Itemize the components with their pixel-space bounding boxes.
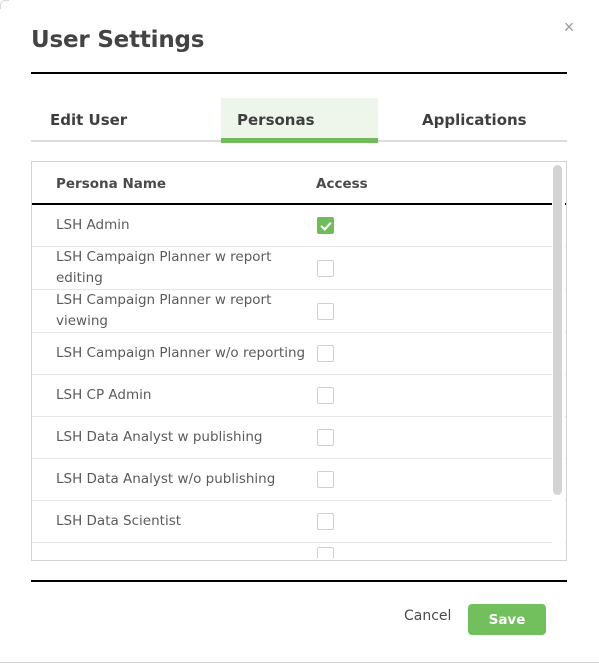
table-row[interactable]: LSH Campaign Planner w report editing [32, 247, 566, 290]
table-row[interactable]: LSH Campaign Planner w/o reporting [32, 333, 566, 375]
tab-bar: Edit User Personas Applications [31, 98, 567, 142]
table-row[interactable]: LSH Campaign Planner w report viewing [32, 290, 566, 333]
table-row[interactable]: LSH Data Scientist [32, 501, 566, 543]
table-row[interactable] [32, 543, 566, 558]
table-scrollbar-thumb[interactable] [553, 165, 562, 495]
tab-personas-label: Personas [237, 111, 315, 129]
user-settings-modal: User Settings × Edit User Personas Appli… [0, 0, 599, 655]
cell-access [317, 217, 334, 234]
cell-access [317, 547, 334, 558]
tab-applications[interactable]: Applications [397, 98, 567, 142]
table-row[interactable]: LSH CP Admin [32, 375, 566, 417]
access-checkbox[interactable] [317, 302, 334, 320]
cell-persona-name: LSH CP Admin [56, 387, 152, 404]
access-checkbox[interactable] [317, 471, 334, 488]
modal-corner [0, 0, 9, 9]
tab-active-indicator [221, 138, 378, 143]
table-scrollbar[interactable] [552, 163, 565, 559]
column-header-persona-name: Persona Name [56, 176, 167, 192]
cell-access [317, 471, 334, 488]
cell-persona-name: LSH Campaign Planner w report viewing [56, 292, 272, 329]
access-checkbox[interactable] [317, 547, 334, 558]
cell-persona-name: LSH Campaign Planner w/o reporting [56, 345, 306, 362]
access-checkbox[interactable] [317, 429, 334, 446]
table-row[interactable]: LSH Admin [32, 205, 566, 247]
tab-edit-user[interactable]: Edit User [31, 98, 221, 142]
column-header-access: Access [316, 176, 368, 192]
access-checkbox[interactable] [317, 513, 334, 530]
cell-access [317, 302, 334, 320]
cell-persona-name: LSH Data Analyst w/o publishing [56, 471, 276, 488]
page-bottom-divider [0, 662, 599, 663]
table-body: LSH Admin LSH Campaign Planner w report … [32, 205, 566, 558]
header-divider [31, 72, 567, 74]
access-checkbox[interactable] [317, 259, 334, 277]
cell-access [317, 513, 334, 530]
tab-applications-label: Applications [422, 111, 527, 129]
tab-edit-user-label: Edit User [50, 111, 128, 129]
table-header-row: Persona Name Access [32, 162, 566, 205]
tab-personas[interactable]: Personas [221, 98, 378, 142]
save-button[interactable]: Save [468, 604, 546, 635]
cell-persona-name: LSH Admin [56, 217, 130, 234]
cell-access [317, 429, 334, 446]
table-row[interactable]: LSH Data Analyst w/o publishing [32, 459, 566, 501]
cancel-button[interactable]: Cancel [404, 608, 451, 624]
cell-persona-name: LSH Campaign Planner w report editing [56, 249, 272, 286]
access-checkbox[interactable] [317, 345, 334, 362]
cell-access [317, 387, 334, 404]
footer-divider [31, 580, 567, 582]
cell-access [317, 345, 334, 362]
table-row[interactable]: LSH Data Analyst w publishing [32, 417, 566, 459]
personas-table: Persona Name Access LSH Admin LSH Campai… [31, 161, 567, 561]
close-icon[interactable]: × [558, 16, 580, 38]
page-title: User Settings [31, 27, 205, 53]
access-checkbox[interactable] [317, 387, 334, 404]
cell-persona-name: LSH Data Analyst w publishing [56, 429, 263, 446]
access-checkbox[interactable] [317, 217, 334, 234]
cell-access [317, 259, 334, 277]
cell-persona-name: LSH Data Scientist [56, 513, 182, 530]
